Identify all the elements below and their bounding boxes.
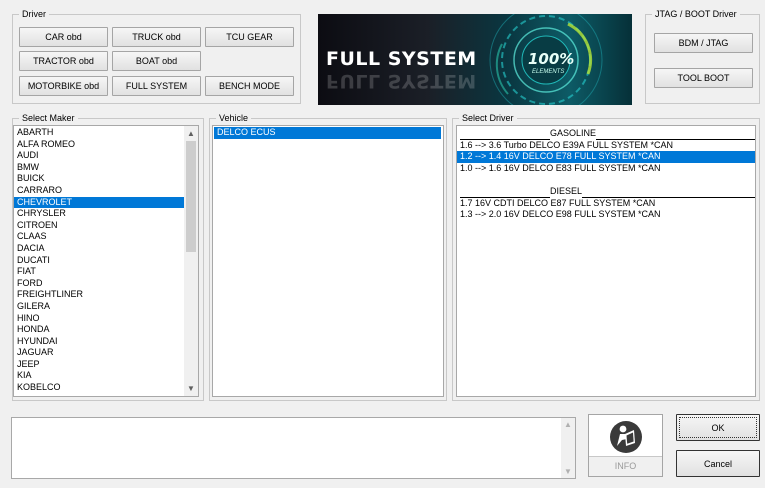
info-scroll-up-icon[interactable]: ▲	[561, 420, 575, 429]
info-scrollbar[interactable]: ▲ ▼	[561, 418, 575, 478]
maker-item[interactable]: CHRYSLER	[14, 208, 185, 220]
driver-item[interactable]: 1.3 --> 2.0 16V DELCO E98 FULL SYSTEM *C…	[457, 209, 755, 221]
info-scroll-down-icon[interactable]: ▼	[561, 467, 575, 476]
jtag-boot-group: JTAG / BOOT Driver	[645, 9, 760, 104]
scroll-down-arrow-icon[interactable]: ▼	[184, 384, 198, 393]
maker-item[interactable]: JEEP	[14, 359, 185, 371]
driver-item[interactable]: 1.0 --> 1.6 16V DELCO E83 FULL SYSTEM *C…	[457, 163, 755, 175]
motorbike-obd-button[interactable]: MOTORBIKE obd	[19, 76, 108, 96]
vehicle-item-delco-ecus[interactable]: DELCO ECUS	[214, 127, 441, 139]
maker-item[interactable]: HONDA	[14, 324, 185, 336]
banner-badge-value: 100%	[528, 50, 575, 68]
reader-icon	[610, 421, 642, 453]
maker-item[interactable]: CITROEN	[14, 220, 185, 232]
tractor-obd-button[interactable]: TRACTOR obd	[19, 51, 108, 71]
maker-item[interactable]: ABARTH	[14, 127, 185, 139]
vehicle-group-legend: Vehicle	[216, 113, 252, 124]
maker-item[interactable]: FORD	[14, 278, 185, 290]
maker-item[interactable]: FREIGHTLINER	[14, 289, 185, 301]
driver-list[interactable]: GASOLINE 1.6 --> 3.6 Turbo DELCO E39A FU…	[456, 125, 756, 397]
scroll-up-arrow-icon[interactable]: ▲	[184, 129, 198, 138]
driver-item[interactable]: 1.6 --> 3.6 Turbo DELCO E39A FULL SYSTEM…	[457, 140, 755, 152]
maker-item[interactable]: AUDI	[14, 150, 185, 162]
tool-boot-button[interactable]: TOOL BOOT	[654, 68, 753, 88]
vehicle-list[interactable]: DELCO ECUS	[212, 125, 444, 397]
maker-group-legend: Select Maker	[19, 113, 78, 124]
diesel-header: DIESEL	[457, 186, 755, 198]
diesel-header-label: DIESEL	[550, 185, 583, 196]
gasoline-header-label: GASOLINE	[550, 128, 597, 138]
info-button[interactable]: INFO	[588, 414, 663, 477]
maker-item[interactable]: HYUNDAI	[14, 336, 185, 348]
driver-list-spacer	[457, 174, 755, 186]
maker-item[interactable]: FIAT	[14, 266, 185, 278]
maker-item[interactable]: BMW	[14, 162, 185, 174]
maker-item[interactable]: KOBELCO	[14, 382, 185, 394]
maker-item[interactable]: BUICK	[14, 173, 185, 185]
gasoline-header: GASOLINE	[457, 128, 755, 140]
driver-list-group-legend: Select Driver	[459, 113, 517, 124]
info-button-label: INFO	[589, 456, 662, 476]
cancel-button[interactable]: Cancel	[676, 450, 760, 477]
driver-group-legend: Driver	[19, 9, 49, 20]
ok-button[interactable]: OK	[676, 414, 760, 441]
maker-list[interactable]: ABARTH ALFA ROMEO AUDI BMW BUICK CARRARO CHEVR…	[13, 125, 199, 397]
maker-item[interactable]: KIA	[14, 370, 185, 382]
maker-items: ABARTH ALFA ROMEO AUDI BMW BUICK CARRARO CHEVR…	[14, 127, 185, 394]
maker-item[interactable]: DACIA	[14, 243, 185, 255]
bdm-jtag-button[interactable]: BDM / JTAG	[654, 33, 753, 53]
full-system-button[interactable]: FULL SYSTEM	[112, 76, 201, 96]
maker-item[interactable]: CHEVROLET	[14, 196, 185, 209]
maker-item[interactable]: JAGUAR	[14, 347, 185, 359]
maker-item[interactable]: CLAAS	[14, 231, 185, 243]
bench-mode-button[interactable]: BENCH MODE	[205, 76, 294, 96]
boat-obd-button[interactable]: BOAT obd	[112, 51, 201, 71]
truck-obd-button[interactable]: TRUCK obd	[112, 27, 201, 47]
driver-item-selected[interactable]: 1.2 --> 1.4 16V DELCO E78 FULL SYSTEM *C…	[457, 151, 755, 163]
driver-item[interactable]: 1.7 16V CDTI DELCO E87 FULL SYSTEM *CAN	[457, 198, 755, 210]
jtag-boot-legend: JTAG / BOOT Driver	[652, 9, 740, 20]
banner-title-reflection: FULL SYSTEM	[326, 70, 477, 92]
maker-scrollbar[interactable]: ▲ ▼	[184, 126, 198, 396]
banner-title: FULL SYSTEM	[326, 48, 477, 70]
maker-item[interactable]: HINO	[14, 313, 185, 325]
car-obd-button[interactable]: CAR obd	[19, 27, 108, 47]
tcu-gear-button[interactable]: TCU GEAR	[205, 27, 294, 47]
maker-item[interactable]: DUCATI	[14, 255, 185, 267]
banner-badge-text: ELEMENTS	[532, 69, 565, 75]
info-text-area[interactable]: ▲ ▼	[11, 417, 576, 479]
maker-item[interactable]: ALFA ROMEO	[14, 139, 185, 151]
maker-scroll-thumb[interactable]	[186, 141, 196, 252]
full-system-banner: FULL SYSTEM FULL SYSTEM 100% ELEMENTS	[318, 14, 632, 105]
maker-item[interactable]: CARRARO	[14, 185, 185, 197]
maker-item[interactable]: GILERA	[14, 301, 185, 313]
